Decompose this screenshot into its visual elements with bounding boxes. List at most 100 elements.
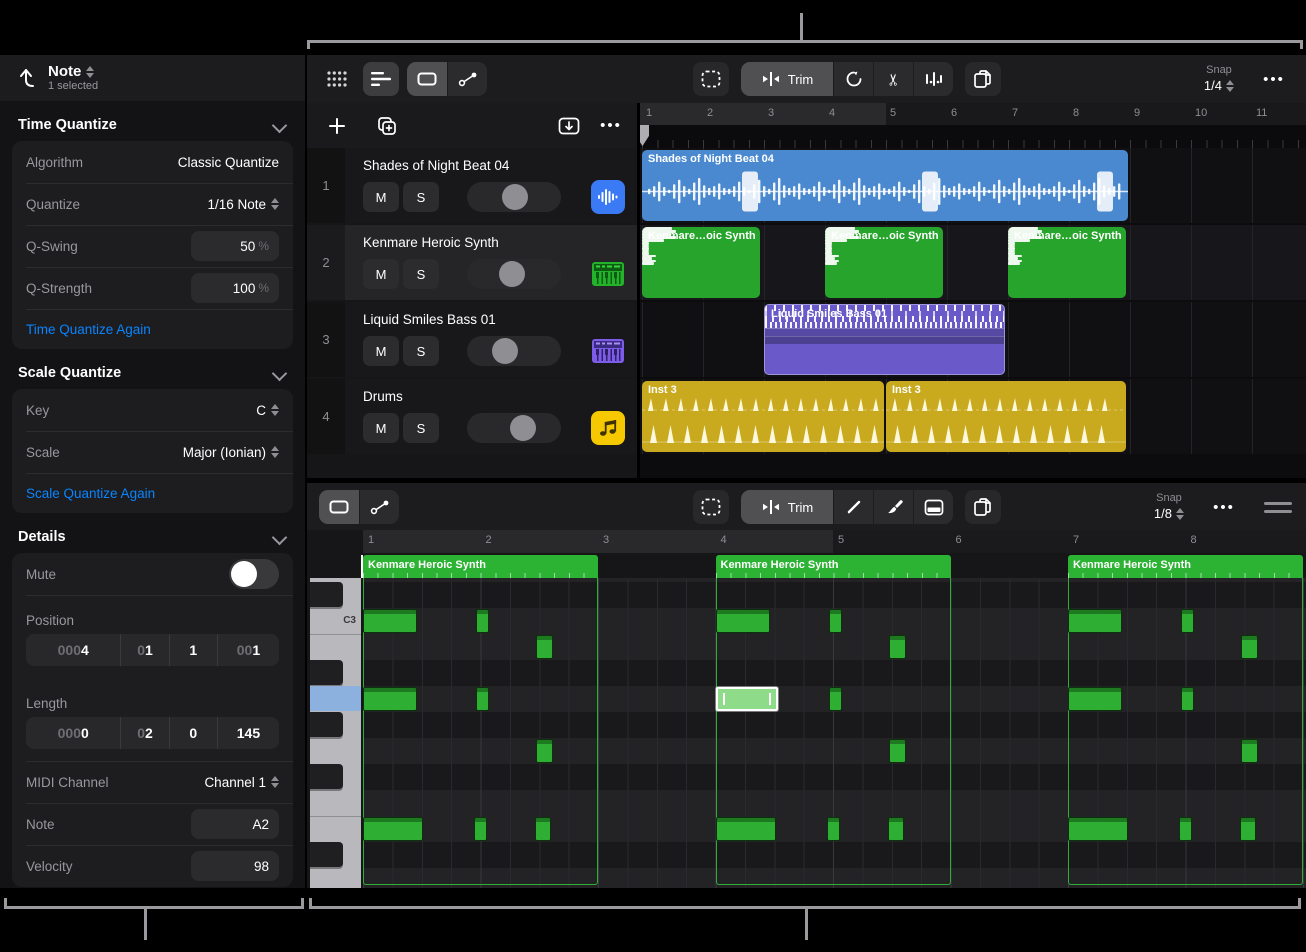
q-strength-field[interactable]: 100 %	[191, 273, 279, 303]
track-row[interactable]: 2Kenmare Heroic SynthMS	[307, 225, 637, 300]
region-midi-lines[interactable]: Kenmare…oic Synth	[825, 227, 943, 298]
editor-region-header[interactable]: Kenmare Heroic Synth	[363, 555, 598, 578]
inspector-title-stepper-icon[interactable]	[86, 66, 94, 78]
mute-toggle[interactable]	[229, 559, 279, 589]
midi-channel-row[interactable]: MIDI Channel Channel 1	[12, 761, 293, 803]
track-more-button[interactable]: •••	[593, 109, 629, 143]
grid-view-button[interactable]	[319, 62, 355, 96]
midi-note[interactable]	[889, 739, 906, 763]
q-swing-field[interactable]: 50 %	[191, 231, 279, 261]
midi-note[interactable]	[1240, 817, 1256, 841]
piano-keyboard[interactable]: C3	[310, 578, 361, 888]
midi-note[interactable]	[476, 687, 489, 711]
slider-knob[interactable]	[499, 261, 525, 287]
slider-knob[interactable]	[510, 415, 536, 441]
back-arrow-icon[interactable]	[16, 67, 38, 89]
key-row[interactable]: Key C	[12, 389, 293, 431]
black-key[interactable]	[310, 712, 343, 737]
track-row[interactable]: 4DrumsMS	[307, 379, 637, 454]
midi-note[interactable]	[363, 609, 417, 633]
add-track-button[interactable]	[319, 109, 355, 143]
section-details[interactable]: Details	[18, 529, 287, 545]
algorithm-row[interactable]: Algorithm Classic Quantize	[12, 141, 293, 183]
note-field[interactable]: A2	[191, 809, 279, 839]
editor-paste-button[interactable]	[965, 490, 1001, 524]
mute-button[interactable]: M	[363, 336, 399, 366]
selected-key-a2[interactable]	[310, 686, 361, 711]
solo-button[interactable]: S	[403, 259, 439, 289]
midi-note[interactable]	[1068, 609, 1122, 633]
key-stepper-icon[interactable]	[271, 404, 279, 416]
editor-resize-handle[interactable]	[1264, 502, 1292, 513]
midi-note[interactable]	[829, 687, 842, 711]
midi-note[interactable]	[1241, 635, 1258, 659]
velocity-panel-button[interactable]	[913, 490, 953, 524]
snap-control[interactable]: Snap 1/4	[1204, 64, 1234, 94]
midi-note[interactable]	[535, 817, 551, 841]
track-name[interactable]: Shades of Night Beat 04	[363, 158, 509, 173]
quantize-stepper-icon[interactable]	[271, 198, 279, 210]
editor-region-header[interactable]: Kenmare Heroic Synth	[716, 555, 951, 578]
midi-note[interactable]	[1241, 739, 1258, 763]
region-waveform[interactable]: Shades of Night Beat 04	[642, 150, 1128, 221]
volume-slider[interactable]	[467, 336, 561, 366]
scale-stepper-icon[interactable]	[271, 446, 279, 458]
mute-button[interactable]: M	[363, 182, 399, 212]
brush-tool-button[interactable]	[873, 490, 913, 524]
scale-quantize-again-button[interactable]: Scale Quantize Again	[12, 473, 293, 513]
section-time-quantize[interactable]: Time Quantize	[18, 117, 287, 133]
region-hits[interactable]: Inst 3	[642, 381, 884, 452]
black-key[interactable]	[310, 660, 343, 685]
solo-button[interactable]: S	[403, 336, 439, 366]
length-field[interactable]: 0000 02 0 145	[26, 717, 279, 749]
midi-note[interactable]	[1181, 687, 1194, 711]
volume-slider[interactable]	[467, 182, 561, 212]
editor-snap-control[interactable]: Snap 1/8	[1154, 492, 1184, 522]
midi-note[interactable]	[1068, 817, 1128, 841]
tracks-grid[interactable]: 1234567891011 Shades of Night Beat 04Ken…	[640, 103, 1306, 478]
midi-note[interactable]	[536, 635, 553, 659]
track-row[interactable]: 3Liquid Smiles Bass 01MS	[307, 302, 637, 377]
editor-more-button[interactable]: •••	[1206, 490, 1242, 524]
volume-slider[interactable]	[467, 413, 561, 443]
more-button[interactable]: •••	[1256, 62, 1292, 96]
marquee-tool-button[interactable]	[693, 62, 729, 96]
mute-button[interactable]: M	[363, 259, 399, 289]
track-name[interactable]: Kenmare Heroic Synth	[363, 235, 499, 250]
track-name[interactable]: Drums	[363, 389, 403, 404]
editor-marquee-button[interactable]	[693, 490, 729, 524]
region-midi-dense[interactable]: Liquid Smiles Bass 01	[764, 304, 1005, 375]
inspector-title[interactable]: Note	[48, 63, 81, 80]
midi-note[interactable]	[1068, 687, 1122, 711]
trim-function-button[interactable]: Trim	[741, 62, 833, 96]
slider-knob[interactable]	[502, 184, 528, 210]
midi-note[interactable]	[1181, 609, 1194, 633]
midi-note[interactable]	[716, 817, 776, 841]
paste-button[interactable]	[965, 62, 1001, 96]
editor-ruler[interactable]: 12345678	[363, 530, 1306, 553]
editor-automation-button[interactable]	[359, 490, 399, 524]
tracks-ruler[interactable]: 1234567891011	[640, 103, 1306, 125]
duplicate-track-button[interactable]	[369, 109, 405, 143]
solo-button[interactable]: S	[403, 182, 439, 212]
solo-button[interactable]: S	[403, 413, 439, 443]
pencil-tool-button[interactable]	[833, 490, 873, 524]
automation-button[interactable]	[447, 62, 487, 96]
slider-knob[interactable]	[492, 338, 518, 364]
midi-note[interactable]	[474, 817, 487, 841]
position-field[interactable]: 0004 01 1 001	[26, 634, 279, 666]
midi-note[interactable]	[476, 609, 489, 633]
editor-trim-button[interactable]: Trim	[741, 490, 833, 524]
time-quantize-again-button[interactable]: Time Quantize Again	[12, 309, 293, 349]
velocity-field[interactable]: 98	[191, 851, 279, 881]
region-midi-lines[interactable]: Kenmare…oic Synth	[1008, 227, 1126, 298]
tracks-view-button[interactable]	[363, 62, 399, 96]
section-scale-quantize[interactable]: Scale Quantize	[18, 365, 287, 381]
track-controls-button[interactable]	[551, 109, 587, 143]
midi-note[interactable]	[889, 635, 906, 659]
black-key[interactable]	[310, 764, 343, 789]
scale-row[interactable]: Scale Major (Ionian)	[12, 431, 293, 473]
gain-function-button[interactable]	[913, 62, 953, 96]
note-grid[interactable]	[363, 578, 1306, 888]
region-midi-lines[interactable]: Kenmare…oic Synth	[642, 227, 760, 298]
